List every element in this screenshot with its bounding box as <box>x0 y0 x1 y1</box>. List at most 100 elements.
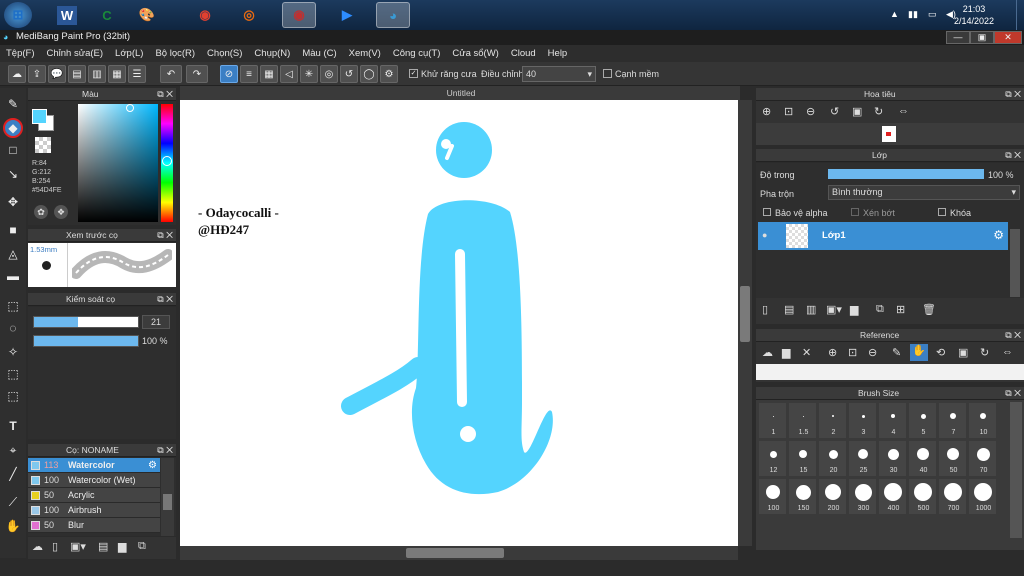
panel-float-close-icon[interactable]: ⧉ ✕ <box>1005 88 1021 101</box>
zoom-out-icon[interactable]: ⊖ <box>806 105 815 118</box>
panel-float-close-icon[interactable]: ⧉ ✕ <box>1005 149 1021 162</box>
reference-hand-icon[interactable]: ✋ <box>910 344 928 361</box>
panel-float-close-icon[interactable]: ⧉ ✕ <box>1005 387 1021 400</box>
menu-item[interactable]: Xem(V) <box>349 45 381 62</box>
brush-size-cell[interactable]: 150 <box>788 478 817 515</box>
layer-opacity-slider[interactable] <box>828 169 984 179</box>
menu-item[interactable]: Lớp(L) <box>115 45 143 62</box>
color-history-icon[interactable]: ❖ <box>54 205 68 219</box>
menu-item[interactable]: Chỉnh sửa(E) <box>47 45 104 62</box>
brush-size-slider[interactable] <box>33 316 139 328</box>
fit-window-icon[interactable]: ▣ <box>852 105 862 118</box>
brush-size-cell[interactable]: 7 <box>938 402 967 439</box>
line-tool-icon[interactable]: ↘ <box>3 164 23 184</box>
zoom-fit-icon[interactable]: ⊡ <box>784 105 793 118</box>
brush-size-cell[interactable]: 15 <box>788 440 817 477</box>
snap-curve-icon[interactable]: ↺ <box>340 65 358 83</box>
navigator-preview[interactable] <box>756 123 1024 145</box>
close-button[interactable]: ✕ <box>994 31 1022 44</box>
reference-zoom-in-icon[interactable]: ⊕ <box>828 346 837 359</box>
brush-size-cell[interactable]: 100 <box>758 478 787 515</box>
clipping-checkbox[interactable] <box>851 208 859 216</box>
menu-item[interactable]: Bộ lọc(R) <box>155 45 195 62</box>
document-icon[interactable]: ▥ <box>88 65 106 83</box>
reference-zoom-out-icon[interactable]: ⊖ <box>868 346 877 359</box>
upload-icon[interactable]: ⇪ <box>28 65 46 83</box>
canvas-horizontal-scrollbar[interactable] <box>180 546 738 560</box>
panel-float-close-icon[interactable]: ⧉ ✕ <box>157 293 173 306</box>
tray-arrow-icon[interactable]: ▲ <box>890 9 899 19</box>
primary-color-swatch[interactable] <box>32 109 47 124</box>
scrollbar-thumb[interactable] <box>163 494 172 510</box>
sv-picker-handle[interactable] <box>126 104 134 112</box>
text-tool-icon[interactable]: T <box>3 416 23 436</box>
protect-alpha-checkbox[interactable] <box>763 208 771 216</box>
select-eraser-icon[interactable]: ⬚ <box>3 386 23 406</box>
brush-size-cell[interactable]: 700 <box>938 478 967 515</box>
brush-size-cell[interactable]: 500 <box>908 478 937 515</box>
gradient-tool-icon[interactable]: ▬ <box>3 266 23 286</box>
brush-size-cell[interactable]: 4 <box>878 402 907 439</box>
blend-mode-select[interactable]: Bình thường ▾ <box>828 185 1020 200</box>
reference-fit-icon[interactable]: ⊡ <box>848 346 857 359</box>
new-layer-icon[interactable]: ▯ <box>762 303 768 316</box>
paint-palette-icon[interactable]: 🎨 <box>130 2 164 28</box>
brush-size-cell[interactable]: 50 <box>938 440 967 477</box>
snap-settings-icon[interactable]: ⚙ <box>380 65 398 83</box>
reference-view[interactable] <box>756 364 1024 380</box>
rotate-right-icon[interactable]: ↻ <box>874 105 883 118</box>
brush-tool-icon[interactable]: ✎ <box>3 94 23 114</box>
brush-size-cell[interactable]: 30 <box>878 440 907 477</box>
reference-cloud-icon[interactable]: ☁ <box>762 346 773 359</box>
menu-item[interactable]: Help <box>548 45 568 62</box>
hand-tool-icon[interactable]: ✋ <box>3 516 23 536</box>
panel-float-close-icon[interactable]: ⧉ ✕ <box>157 444 173 457</box>
snap-perspective-icon[interactable]: ◁ <box>280 65 298 83</box>
merge-layer-icon[interactable]: ⊞ <box>896 303 905 316</box>
eyedropper-icon[interactable]: ⟋ <box>3 492 23 512</box>
new-halftone-layer-icon[interactable]: ▤ <box>784 303 794 316</box>
snap-circle-icon[interactable]: ◎ <box>320 65 338 83</box>
zoom-in-icon[interactable]: ⊕ <box>762 105 771 118</box>
operation-tool-icon[interactable]: ⌖ <box>3 440 23 460</box>
transparent-color-swatch[interactable] <box>35 137 51 153</box>
panel-float-close-icon[interactable]: ⧉ ✕ <box>1005 329 1021 342</box>
brush-size-cell[interactable]: 40 <box>908 440 937 477</box>
menu-item[interactable]: Cloud <box>511 45 536 62</box>
trash-icon[interactable]: 🗑 <box>922 303 936 316</box>
eraser-tool-icon[interactable]: ◆ <box>3 118 23 138</box>
brush-size-cell[interactable]: 2 <box>818 402 847 439</box>
duplicate-layer-icon[interactable]: ⧉ <box>876 303 884 316</box>
brush-list-item[interactable]: 113 Watercolor ⚙ <box>28 458 160 473</box>
add-layer-menu-icon[interactable]: ▣▾ <box>826 303 842 316</box>
brush-size-cell[interactable]: 70 <box>968 440 997 477</box>
brush-size-cell[interactable]: 20 <box>818 440 847 477</box>
panel-float-close-icon[interactable]: ⧉ ✕ <box>157 88 173 101</box>
vertical-scroll-thumb[interactable] <box>740 286 750 342</box>
reference-open-icon[interactable]: ▆ <box>782 346 790 359</box>
battery-icon[interactable]: ▭ <box>928 9 937 20</box>
show-desktop-button[interactable] <box>1016 0 1024 30</box>
adjust-select[interactable]: 40 ▾ <box>522 66 596 82</box>
brush-copy-icon[interactable]: ⧉ <box>138 540 146 553</box>
reference-rotate-left-icon[interactable]: ⟲ <box>936 346 945 359</box>
gear-icon[interactable]: ⚙ <box>148 458 157 473</box>
select-tool-icon[interactable]: ⬚ <box>3 296 23 316</box>
brush-size-cell[interactable]: 12 <box>758 440 787 477</box>
new-brush-icon[interactable]: ▯ <box>52 540 58 553</box>
windows-start-icon[interactable]: ⊞ <box>4 2 32 28</box>
reference-eyedropper-icon[interactable]: ✎ <box>892 346 901 359</box>
brush-opacity-slider[interactable] <box>33 335 139 347</box>
word-icon[interactable]: W <box>50 2 84 28</box>
canvas-vertical-scrollbar[interactable] <box>738 100 752 546</box>
list-doc-icon[interactable]: ☰ <box>128 65 146 83</box>
new-8bit-layer-icon[interactable]: ▥ <box>806 303 816 316</box>
reference-flip-icon[interactable]: ⇔ <box>1002 346 1013 358</box>
brush-size-value[interactable]: 21 <box>142 315 170 329</box>
layer-scrollbar[interactable] <box>1010 229 1020 297</box>
menu-item[interactable]: Cửa sổ(W) <box>452 45 498 62</box>
firefox-icon[interactable]: ◎ <box>232 2 266 28</box>
grid-doc-icon[interactable]: ▦ <box>108 65 126 83</box>
snap-radial-icon[interactable]: ✳ <box>300 65 318 83</box>
medibang-icon[interactable]: ◕ <box>376 2 410 28</box>
